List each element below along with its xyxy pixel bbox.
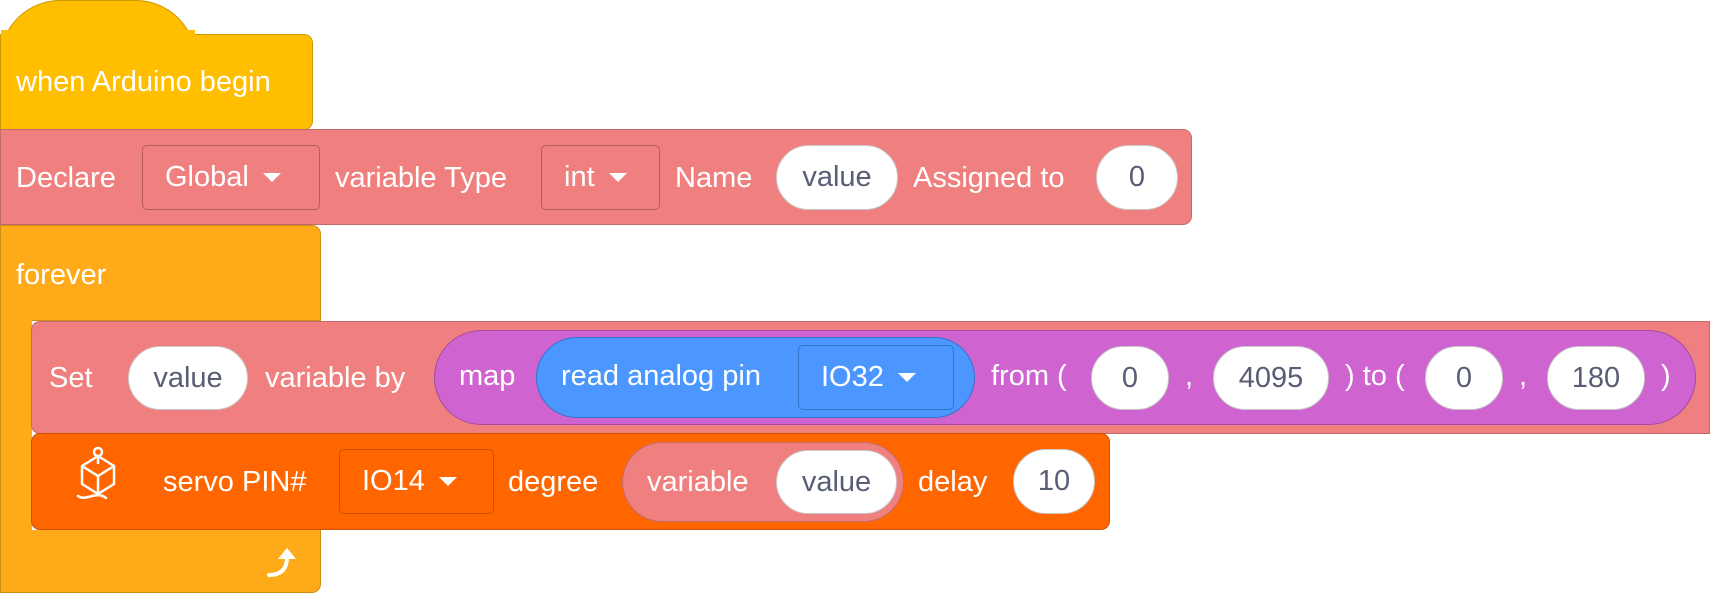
to-high-input[interactable]: 180	[1547, 346, 1645, 410]
variable-by-label: variable by	[265, 362, 406, 394]
to-label: ) to (	[1345, 360, 1405, 392]
scope-value: Global	[165, 161, 249, 193]
forever-block[interactable]: forever	[0, 225, 321, 321]
map-label: map	[459, 360, 516, 392]
close-paren: )	[1661, 360, 1671, 392]
assigned-to-label: Assigned to	[913, 162, 1065, 194]
from-label: from (	[991, 360, 1067, 392]
servo-pin-value: IO14	[362, 465, 425, 497]
degree-variable-input[interactable]: value	[776, 450, 897, 514]
servo-block[interactable]: servo PIN# IO14 degree delay 10	[31, 433, 1110, 530]
delay-label: delay	[918, 466, 988, 498]
comma-separator: ,	[1519, 360, 1528, 392]
analog-pin-value: IO32	[821, 361, 884, 393]
set-label: Set	[49, 362, 93, 394]
type-dropdown[interactable]: int	[541, 145, 660, 210]
forever-bottom	[0, 530, 321, 593]
hat-label: when Arduino begin	[16, 66, 271, 98]
chevron-down-icon	[262, 173, 281, 182]
set-variable-input[interactable]: value	[128, 346, 248, 410]
variable-type-label: variable Type	[335, 162, 507, 194]
loop-arrow-icon	[267, 548, 296, 577]
forever-label: forever	[16, 259, 107, 291]
chevron-down-icon	[438, 477, 457, 486]
delay-input[interactable]: 10	[1013, 449, 1095, 514]
chevron-down-icon	[897, 373, 916, 382]
from-high-input[interactable]: 4095	[1213, 346, 1329, 410]
name-label: Name	[675, 162, 753, 194]
variable-reporter[interactable]: variable value	[622, 442, 904, 522]
analog-pin-dropdown[interactable]: IO32	[798, 345, 954, 410]
comma-separator: ,	[1185, 360, 1194, 392]
servo-pin-label: servo PIN#	[163, 466, 307, 498]
variable-name-input[interactable]: value	[776, 145, 898, 210]
forever-arm	[0, 320, 32, 532]
degree-label: degree	[508, 466, 599, 498]
chevron-down-icon	[608, 173, 627, 182]
servo-icon	[76, 446, 116, 500]
from-low-input[interactable]: 0	[1091, 346, 1169, 410]
declare-variable-block[interactable]: Declare Global variable Type int Name va…	[0, 129, 1192, 225]
when-arduino-begin-block[interactable]: when Arduino begin	[0, 0, 313, 130]
servo-pin-dropdown[interactable]: IO14	[339, 449, 494, 514]
read-analog-label: read analog pin	[561, 360, 761, 392]
read-analog-pin-reporter[interactable]: read analog pin IO32	[536, 337, 975, 418]
hat-cap-fill	[1, 30, 195, 70]
declare-label: Declare	[16, 162, 116, 194]
to-low-input[interactable]: 0	[1425, 346, 1503, 410]
variable-label: variable	[647, 466, 749, 498]
assigned-value-input[interactable]: 0	[1096, 145, 1178, 210]
scope-dropdown[interactable]: Global	[142, 145, 320, 210]
type-value: int	[564, 161, 595, 193]
